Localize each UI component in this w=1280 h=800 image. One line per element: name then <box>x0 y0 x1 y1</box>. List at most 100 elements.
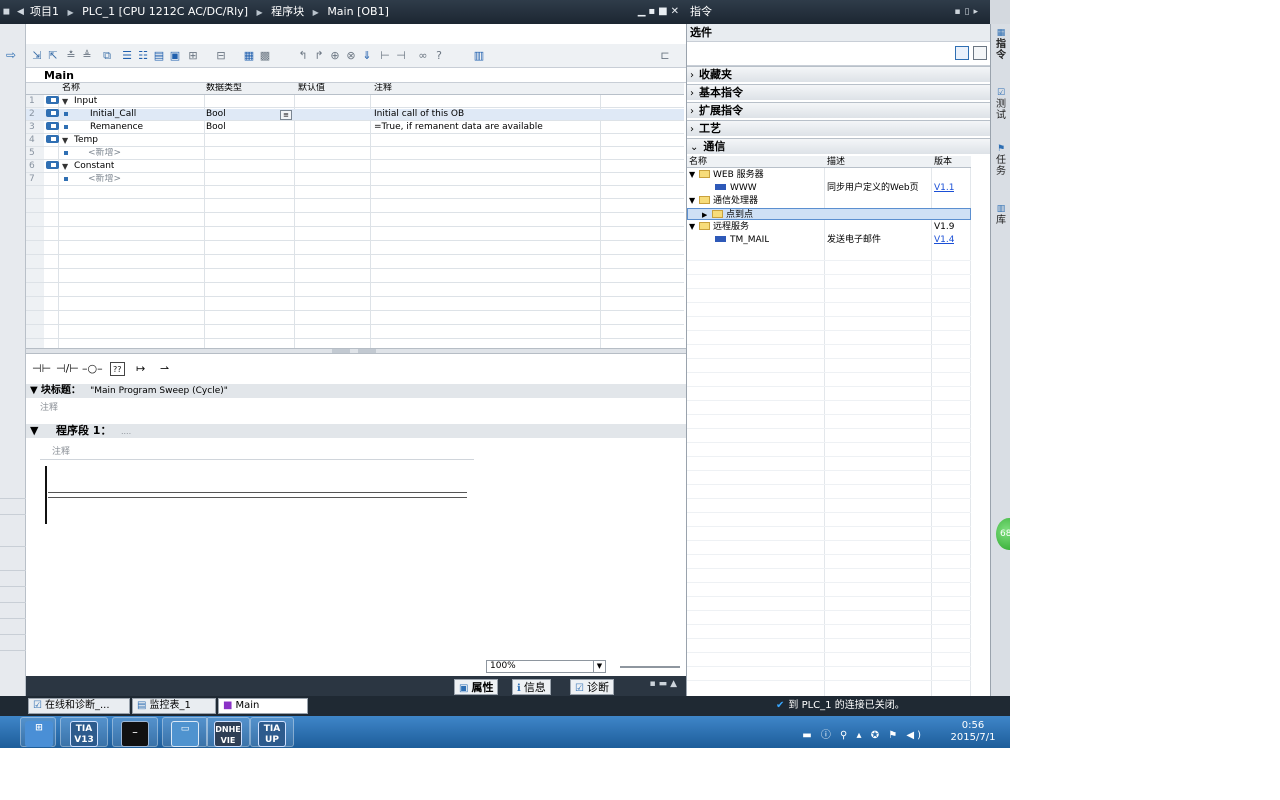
editor-tab-watch-table[interactable]: ▤ 监控表_1 <box>132 698 216 714</box>
go-to-icon[interactable]: ↱ <box>312 48 326 64</box>
block-title-row[interactable]: ▼ 块标题： "Main Program Sweep (Cycle)" <box>26 384 686 398</box>
split-view-icon[interactable]: ⊏ <box>658 48 672 64</box>
delete-network-icon[interactable]: ⇱ <box>46 48 60 64</box>
taskbar-app-image-viewer[interactable]: ▭ <box>162 717 208 747</box>
chevron-down-icon[interactable]: ▼ <box>593 661 605 672</box>
pane-favorites[interactable]: › 收藏夹 <box>687 66 991 82</box>
expand-down-icon[interactable]: ▼ <box>689 169 695 181</box>
expand-down-icon[interactable]: ▼ <box>689 195 695 207</box>
nc-contact-icon[interactable]: ⊣/⊢ <box>56 362 79 376</box>
close-all-networks-icon[interactable]: ☷ <box>136 48 150 64</box>
tab-libraries[interactable]: ▥ 库 <box>993 204 1009 226</box>
compare-icon[interactable]: ⊗ <box>344 48 358 64</box>
expand-down-icon[interactable]: ▼ <box>62 96 68 108</box>
zoom-select[interactable]: 100% ▼ <box>486 660 606 673</box>
add-new-placeholder[interactable]: <新增> <box>88 148 121 160</box>
breadcrumb-program-blocks[interactable]: 程序块 <box>271 5 304 18</box>
tab-properties[interactable]: ▣ 属性 <box>454 679 499 695</box>
interface-row-constant[interactable]: 6 ▼ Constant <box>26 161 684 173</box>
network-overview-icon[interactable]: ▤ <box>152 48 166 64</box>
insert-row-icon[interactable]: ≛ <box>64 48 78 64</box>
interface-row-remanence[interactable]: 3 Remanence Bool =True, if remanent data… <box>26 122 684 134</box>
breadcrumb-main[interactable]: Main [OB1] <box>327 5 389 18</box>
insert-network-icon[interactable]: ⇲ <box>30 48 44 64</box>
panel-window-controls[interactable]: ▪▯▸ <box>954 0 982 24</box>
download-icon[interactable]: ⇓ <box>360 48 374 64</box>
editor-tab-main[interactable]: ■ Main <box>218 698 308 714</box>
var-comment[interactable]: =True, if remanent data are available <box>374 122 543 134</box>
datatype-dropdown-icon[interactable]: ≡ <box>280 110 292 120</box>
version-link[interactable]: V1.4 <box>934 234 954 246</box>
col-default-header[interactable]: 默认值 <box>298 83 325 95</box>
var-name[interactable]: Input <box>74 96 97 108</box>
view-grid-icon[interactable] <box>973 46 987 60</box>
display-toggle-icon[interactable]: ▦ <box>242 48 256 64</box>
ladder-rung[interactable] <box>48 492 467 498</box>
paste-icon[interactable]: ⧉ <box>100 48 114 64</box>
pane-communication[interactable]: ⌄ 通信 <box>687 138 991 154</box>
block-title-value[interactable]: "Main Program Sweep (Cycle)" <box>90 386 228 396</box>
coil-icon[interactable]: –○– <box>82 362 103 376</box>
network-comment[interactable]: 注释 <box>52 444 70 457</box>
col-datatype-header[interactable]: 数据类型 <box>206 83 242 95</box>
expand-down-icon[interactable]: ▼ <box>62 135 68 147</box>
col-comment-header[interactable]: 注释 <box>374 83 392 95</box>
var-name[interactable]: Remanence <box>90 122 143 134</box>
favorites-toolbar-icon[interactable]: ⊞ <box>186 48 200 64</box>
tab-diagnostics[interactable]: ☑ 诊断 <box>570 679 614 695</box>
col-name-header[interactable]: 名称 <box>62 83 80 95</box>
pane-extended-instructions[interactable]: › 扩展指令 <box>687 102 991 118</box>
collapse-left-icon[interactable]: ◼ <box>0 0 13 24</box>
inspector-window-controls[interactable]: ▪▬▲ <box>649 679 680 689</box>
zoom-slider[interactable] <box>620 666 680 668</box>
pane-technology[interactable]: › 工艺 <box>687 120 991 136</box>
network-title[interactable]: .... <box>121 427 131 436</box>
comments-toggle-icon[interactable]: ▣ <box>168 48 182 64</box>
splitter-up-icon[interactable] <box>332 349 350 353</box>
close-branch-icon[interactable]: ⇀ <box>160 362 169 376</box>
absolute-operands-icon[interactable]: ⊟ <box>214 48 228 64</box>
comm-row-comm-processor[interactable]: ▼ 通信处理器 <box>687 195 971 207</box>
collapse-icon[interactable]: ▼ <box>30 424 38 437</box>
interface-row-input[interactable]: 1 ▼ Input <box>26 96 684 108</box>
taskbar-app-tia-up[interactable]: TIA UP <box>250 717 294 747</box>
comm-row-tm-mail[interactable]: TM_MAIL 发送电子邮件 V1.4 <box>687 234 971 246</box>
editor-tab-online-diagnostics[interactable]: ☑ 在线和诊断_... <box>28 698 130 714</box>
comm-row-point-to-point[interactable]: ▶ 点到点 <box>687 208 971 220</box>
tab-tasks[interactable]: ⚑ 任务 <box>993 144 1009 177</box>
expand-down-icon[interactable]: ▼ <box>62 161 68 173</box>
taskbar-app-cmd[interactable]: _ <box>112 717 158 747</box>
expand-right-icon[interactable]: ▶ <box>702 209 707 221</box>
block-interface-icon[interactable]: ▥ <box>472 48 486 64</box>
snapshot-icon[interactable]: ⊕ <box>328 48 342 64</box>
tab-instructions[interactable]: ▦ 指令 <box>993 28 1009 61</box>
interface-row-temp-add[interactable]: 5 <新增> <box>26 148 684 160</box>
tab-testing[interactable]: ☑ 测试 <box>993 88 1009 121</box>
help-toolbar-icon[interactable]: ? <box>432 48 446 64</box>
tab-info[interactable]: ℹ 信息 <box>512 679 551 695</box>
monitoring-icon[interactable]: ▩ <box>258 48 272 64</box>
jump-icon[interactable]: ↰ <box>296 48 310 64</box>
var-datatype[interactable]: Bool <box>206 109 226 121</box>
go-online-icon[interactable]: ⇨ <box>6 48 16 62</box>
taskbar-app-network[interactable]: ⊞ <box>20 717 56 747</box>
var-name[interactable]: Temp <box>74 135 98 147</box>
var-comment[interactable]: Initial call of this OB <box>374 109 464 121</box>
splitter-down-icon[interactable] <box>358 349 376 353</box>
expand-down-icon[interactable]: ▼ <box>689 221 695 233</box>
version-link[interactable]: V1.1 <box>934 182 954 194</box>
taskbar-app-tia-v13[interactable]: TIA V13 <box>60 717 108 747</box>
extend-left-icon[interactable]: ⊢ <box>378 48 392 64</box>
comm-row-web-server[interactable]: ▼ WEB 服务器 <box>687 169 971 181</box>
open-branch-icon[interactable]: ↦ <box>136 362 145 376</box>
tray-clock[interactable]: 0:56 2015/7/1 <box>942 720 1004 744</box>
add-new-placeholder[interactable]: <新增> <box>88 174 121 186</box>
window-controls[interactable]: ▁▪■✕ <box>638 0 682 24</box>
col-name-header[interactable]: 名称 <box>689 156 707 168</box>
block-comment[interactable]: 注释 <box>40 400 58 413</box>
add-row-icon[interactable]: ≜ <box>80 48 94 64</box>
project-tree-collapsed[interactable]: ⇨ <box>0 24 26 696</box>
breadcrumb-project[interactable]: 项目1 <box>30 5 59 18</box>
taskbar-app-vie[interactable]: DNHE VIE <box>206 717 250 747</box>
tray-icons[interactable]: ▬ ⓘ ⚲ ▴ ✪ ⚑ ◀) <box>802 726 924 741</box>
